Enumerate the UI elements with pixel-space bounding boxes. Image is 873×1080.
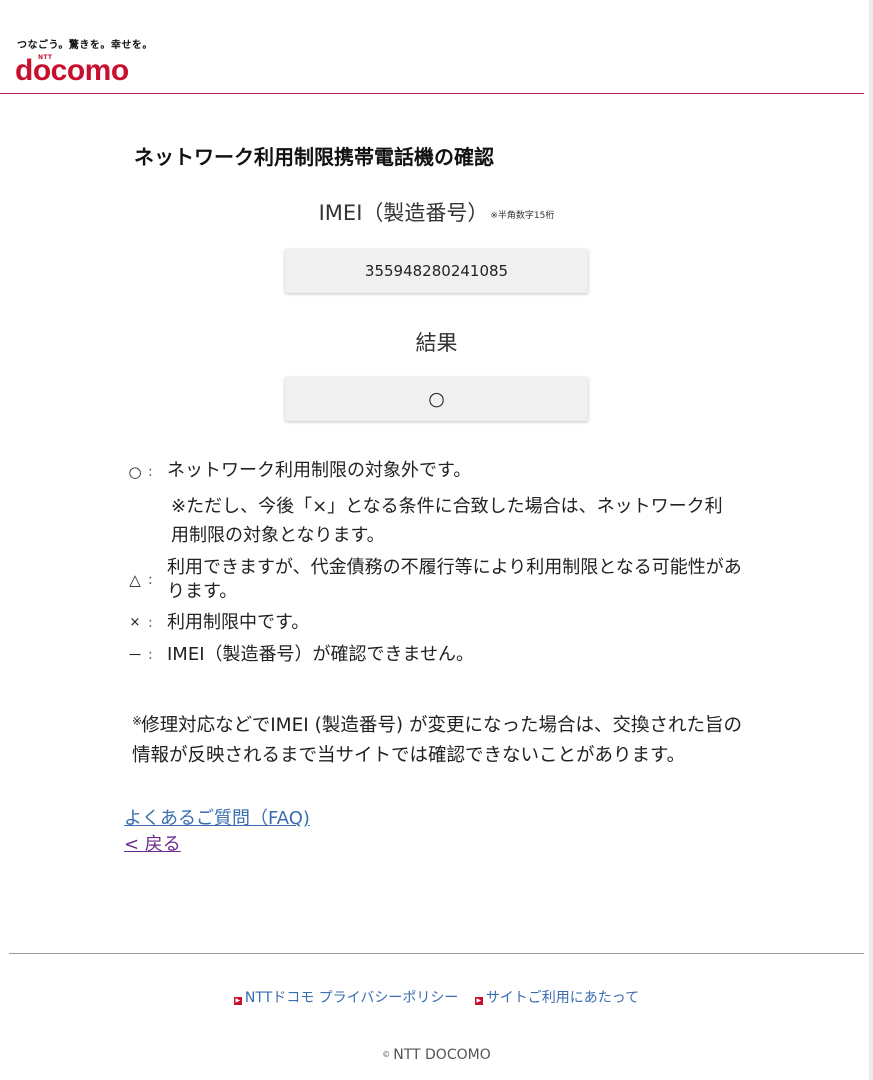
triangle-symbol: △ [129, 571, 141, 589]
docomo-logo[interactable]: NTT docomo [15, 50, 155, 86]
imei-label: IMEI（製造番号） ※半角数字15桁 [0, 197, 873, 227]
site-terms-label: サイトご利用にあたって [485, 990, 640, 1006]
privacy-policy-link[interactable]: ▶ NTTドコモ プライバシーポリシー [233, 990, 459, 1006]
site-header: つなごう。驚きを。幸せを。 NTT docomo [0, 0, 864, 94]
footer-divider [9, 953, 864, 954]
result-value-field: ○ [285, 377, 588, 421]
window-edge [869, 0, 873, 1080]
site-terms-link[interactable]: ▶ サイトご利用にあたって [474, 990, 640, 1006]
arrow-right-icon: ▶ [474, 997, 483, 1005]
legend-text-cross: 利用制限中です。 [167, 612, 310, 633]
imei-label-text: IMEI（製造番号） [318, 201, 489, 225]
copyright-mark: © [382, 1050, 391, 1059]
cross-symbol: × [129, 615, 141, 630]
circle-symbol: ○ [128, 463, 142, 481]
faq-link[interactable]: よくあるご質問（FAQ) [124, 804, 310, 830]
legend-text-circle: ネットワーク利用制限の対象外です。 [167, 460, 472, 481]
page-title: ネットワーク利用制限携帯電話機の確認 [134, 145, 494, 170]
back-link[interactable]: < 戻る [124, 830, 181, 856]
legend-colon: : [148, 647, 153, 663]
legend-circle-note: ※ただし、今後「×」となる条件に合致した場合は、ネットワーク利用制限の対象となり… [171, 496, 723, 546]
imei-change-note-text: 修理対応などでIMEI (製造番号) が変更になった場合は、交換された旨の情報が… [132, 715, 742, 766]
brand-tagline: つなごう。驚きを。幸せを。 [17, 40, 153, 51]
copyright: © NTT DOCOMO [0, 1047, 873, 1063]
copyright-text: NTT DOCOMO [393, 1047, 491, 1063]
dash-symbol: － [127, 646, 143, 664]
legend-colon: : [148, 615, 153, 631]
legend-colon: : [148, 572, 153, 588]
privacy-policy-label: NTTドコモ プライバシーポリシー [244, 990, 459, 1006]
imei-change-note: ※修理対応などでIMEI (製造番号) が変更になった場合は、交換された旨の情報… [132, 706, 752, 771]
logo-wordmark: docomo [15, 54, 129, 87]
legend-text-dash: IMEI（製造番号）が確認できません。 [167, 644, 474, 665]
legend-colon: : [148, 464, 153, 480]
footer-links: ▶ NTTドコモ プライバシーポリシー ▶ サイトご利用にあたって [0, 987, 873, 1007]
result-label: 結果 [415, 331, 458, 355]
imei-value-field: 355948280241085 [285, 249, 588, 293]
legend-text-triangle: 利用できますが、代金債務の不履行等により利用制限となる可能性があります。 [167, 557, 742, 602]
arrow-right-icon: ▶ [233, 997, 242, 1005]
imei-format-note: ※半角数字15桁 [490, 211, 555, 221]
